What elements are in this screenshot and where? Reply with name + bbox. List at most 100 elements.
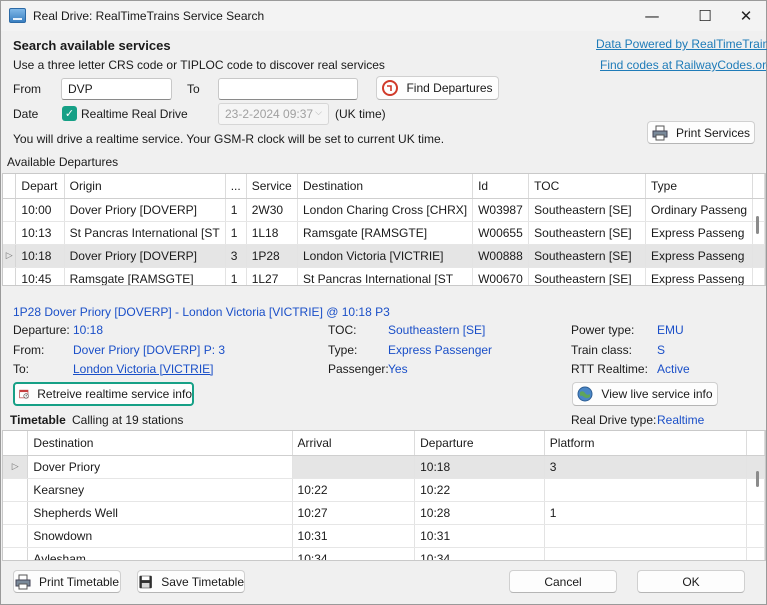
cell-departure[interactable]: 10:18 bbox=[414, 455, 545, 479]
cell-destination[interactable]: London Charing Cross [CHRX] bbox=[297, 198, 474, 222]
cell-toc[interactable]: Southeastern [SE] bbox=[528, 244, 647, 268]
cell-arrival[interactable]: 10:22 bbox=[292, 478, 416, 502]
col-destination[interactable]: Destination bbox=[27, 431, 293, 456]
cell-service[interactable]: 1L27 bbox=[246, 267, 299, 285]
cell-arrival[interactable]: 10:34 bbox=[292, 547, 416, 560]
cell-destination[interactable]: Shepherds Well bbox=[27, 501, 293, 525]
cell-id[interactable]: W00655 bbox=[472, 221, 530, 245]
table-row[interactable]: Kearsney 10:22 10:22 bbox=[3, 478, 765, 502]
cell-type[interactable]: Express Passeng bbox=[645, 221, 754, 245]
print-services-button[interactable]: Print Services bbox=[647, 121, 755, 144]
table-row[interactable]: 10:00 Dover Priory [DOVERP] 1 2W30 Londo… bbox=[3, 198, 765, 222]
cell-departure[interactable]: 10:28 bbox=[414, 501, 545, 525]
title-bar[interactable]: Real Drive: RealTimeTrains Service Searc… bbox=[1, 1, 766, 31]
cell-arrival[interactable]: 10:27 bbox=[292, 501, 416, 525]
cell-platform[interactable] bbox=[544, 478, 748, 502]
row-header[interactable] bbox=[3, 267, 17, 285]
print-timetable-button[interactable]: Print Timetable bbox=[13, 570, 121, 593]
cell-platform[interactable] bbox=[544, 547, 748, 560]
cell-origin[interactable]: Dover Priory [DOVERP] bbox=[64, 244, 226, 268]
view-live-service-button[interactable]: View live service info bbox=[572, 382, 718, 406]
cell-service[interactable]: 1L18 bbox=[246, 221, 299, 245]
realtime-checkbox[interactable]: ✓ bbox=[62, 106, 77, 121]
cell-departure[interactable]: 10:31 bbox=[414, 524, 545, 548]
data-powered-link[interactable]: Data Powered by RealTimeTrains bbox=[596, 37, 767, 51]
cell-origin[interactable]: St Pancras International [ST bbox=[64, 221, 226, 245]
cell-platform[interactable]: 1 bbox=[225, 198, 247, 222]
table-row-selected[interactable]: ▷ Dover Priory 10:18 3 bbox=[3, 455, 765, 479]
timetable-scrollbar[interactable] bbox=[756, 471, 759, 487]
departures-grid[interactable]: Depart Origin ... Service Destination Id… bbox=[2, 173, 766, 286]
cell-platform[interactable]: 3 bbox=[544, 455, 748, 479]
cell-destination[interactable]: Ramsgate [RAMSGTE] bbox=[297, 221, 474, 245]
col-id[interactable]: Id bbox=[472, 174, 530, 199]
cell-destination[interactable]: Aylesham bbox=[27, 547, 293, 560]
row-header[interactable] bbox=[3, 478, 29, 502]
table-row[interactable]: Shepherds Well 10:27 10:28 1 bbox=[3, 501, 765, 525]
cell-id[interactable]: W00670 bbox=[472, 267, 530, 285]
cell-departure[interactable]: 10:22 bbox=[414, 478, 545, 502]
maximize-button[interactable]: ☐ bbox=[682, 1, 728, 31]
cell-destination[interactable]: London Victoria [VICTRIE] bbox=[297, 244, 474, 268]
minimize-button[interactable]: — bbox=[629, 1, 675, 31]
ok-button[interactable]: OK bbox=[637, 570, 745, 593]
cell-destination[interactable]: St Pancras International [ST bbox=[297, 267, 474, 285]
cell-service[interactable]: 1P28 bbox=[246, 244, 299, 268]
cell-arrival[interactable]: 10:31 bbox=[292, 524, 416, 548]
railway-codes-link[interactable]: Find codes at RailwayCodes.org bbox=[600, 58, 767, 72]
row-header[interactable] bbox=[3, 198, 17, 222]
cell-toc[interactable]: Southeastern [SE] bbox=[528, 221, 647, 245]
cell-type[interactable]: Express Passeng bbox=[645, 267, 754, 285]
cell-origin[interactable]: Dover Priory [DOVERP] bbox=[64, 198, 226, 222]
col-destination[interactable]: Destination bbox=[297, 174, 474, 199]
table-row[interactable]: Aylesham 10:34 10:34 bbox=[3, 547, 765, 560]
cell-depart[interactable]: 10:18 bbox=[15, 244, 65, 268]
cell-depart[interactable]: 10:13 bbox=[15, 221, 65, 245]
cell-toc[interactable]: Southeastern [SE] bbox=[528, 267, 647, 285]
col-departure[interactable]: Departure bbox=[414, 431, 545, 456]
table-row[interactable]: 10:45 Ramsgate [RAMSGTE] 1 1L27 St Pancr… bbox=[3, 267, 765, 285]
from-input[interactable]: DVP bbox=[61, 78, 172, 100]
cell-arrival[interactable] bbox=[292, 455, 416, 479]
row-header[interactable] bbox=[3, 501, 29, 525]
col-origin[interactable]: Origin bbox=[64, 174, 226, 199]
departures-scrollbar[interactable] bbox=[756, 216, 759, 234]
cell-depart[interactable]: 10:45 bbox=[15, 267, 65, 285]
cell-platform[interactable]: 3 bbox=[225, 244, 247, 268]
close-button[interactable]: ✕ bbox=[723, 1, 767, 31]
row-header[interactable] bbox=[3, 547, 29, 560]
col-type[interactable]: Type bbox=[645, 174, 754, 199]
cell-id[interactable]: W00888 bbox=[472, 244, 530, 268]
cell-departure[interactable]: 10:34 bbox=[414, 547, 545, 560]
col-depart[interactable]: Depart bbox=[15, 174, 65, 199]
to-input[interactable] bbox=[218, 78, 358, 100]
find-departures-button[interactable]: Find Departures bbox=[376, 76, 499, 100]
save-timetable-button[interactable]: Save Timetable bbox=[137, 570, 245, 593]
cell-depart[interactable]: 10:00 bbox=[15, 198, 65, 222]
col-service[interactable]: Service bbox=[246, 174, 299, 199]
cell-type[interactable]: Ordinary Passeng bbox=[645, 198, 754, 222]
table-row-selected[interactable]: ▷ 10:18 Dover Priory [DOVERP] 3 1P28 Lon… bbox=[3, 244, 765, 268]
cell-platform[interactable]: 1 bbox=[225, 267, 247, 285]
col-arrival[interactable]: Arrival bbox=[292, 431, 416, 456]
row-pointer-icon[interactable]: ▷ bbox=[3, 455, 29, 479]
table-row[interactable]: 10:13 St Pancras International [ST 1 1L1… bbox=[3, 221, 765, 245]
cell-id[interactable]: W03987 bbox=[472, 198, 530, 222]
cell-platform[interactable]: 1 bbox=[544, 501, 748, 525]
table-row[interactable]: Snowdown 10:31 10:31 bbox=[3, 524, 765, 548]
col-platform[interactable]: Platform bbox=[544, 431, 748, 456]
cell-platform[interactable]: 1 bbox=[225, 221, 247, 245]
col-platform[interactable]: ... bbox=[225, 174, 247, 199]
cell-destination[interactable]: Snowdown bbox=[27, 524, 293, 548]
cell-origin[interactable]: Ramsgate [RAMSGTE] bbox=[64, 267, 226, 285]
cell-platform[interactable] bbox=[544, 524, 748, 548]
to-detail-link[interactable]: London Victoria [VICTRIE] bbox=[73, 362, 214, 376]
cell-toc[interactable]: Southeastern [SE] bbox=[528, 198, 647, 222]
retrieve-realtime-button[interactable]: Retreive realtime service info bbox=[13, 382, 194, 406]
col-toc[interactable]: TOC bbox=[528, 174, 647, 199]
row-header[interactable] bbox=[3, 524, 29, 548]
cancel-button[interactable]: Cancel bbox=[509, 570, 617, 593]
row-header[interactable] bbox=[3, 221, 17, 245]
cell-destination[interactable]: Dover Priory bbox=[27, 455, 293, 479]
cell-destination[interactable]: Kearsney bbox=[27, 478, 293, 502]
